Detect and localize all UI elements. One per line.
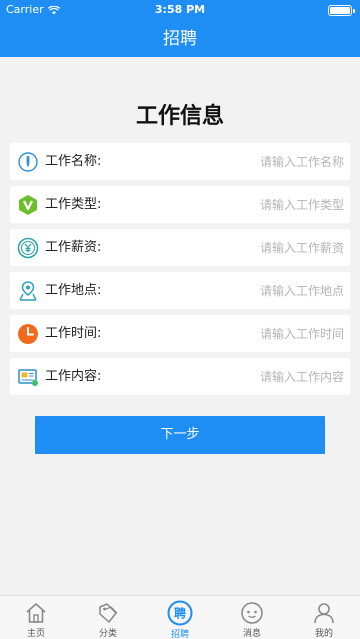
salary-icon: [17, 237, 39, 259]
tab-home[interactable]: 主页: [0, 596, 72, 639]
location-input[interactable]: [164, 278, 344, 303]
salary-row[interactable]: 工作薪资:: [10, 229, 350, 266]
status-time: 3:58 PM: [154, 3, 206, 16]
tab-profile-label: 我的: [314, 629, 333, 639]
tab-category-label: 分类: [98, 629, 117, 639]
job-name-label: 工作名称:: [45, 154, 102, 169]
location-label: 工作地点:: [45, 283, 102, 298]
next-step-button[interactable]: 下一步: [35, 416, 325, 454]
content-row[interactable]: 工作内容:: [10, 358, 350, 395]
job-type-input[interactable]: [164, 192, 344, 217]
job-type-row[interactable]: 工作类型:: [10, 186, 350, 223]
recruit-icon-glyph: 聘: [174, 606, 186, 621]
job-type-label: 工作类型:: [45, 197, 102, 212]
content-icon: [17, 366, 39, 388]
content-input[interactable]: [164, 364, 344, 389]
profile-icon: [311, 600, 337, 625]
clock-icon: [17, 323, 39, 345]
time-input[interactable]: [164, 321, 344, 346]
category-icon: [95, 600, 121, 625]
home-icon: [23, 600, 49, 625]
page-title: 招聘: [163, 29, 197, 49]
tab-profile[interactable]: 我的: [288, 596, 360, 639]
battery-icon: [328, 5, 355, 16]
salary-label: 工作薪资:: [45, 240, 102, 255]
content-label: 工作内容:: [45, 369, 102, 384]
tab-bar: 主页 分类 聘 招聘 消息 我的: [0, 595, 360, 639]
recruit-icon: 聘: [167, 600, 193, 626]
section-heading: 工作信息: [135, 104, 224, 129]
message-icon: [239, 600, 265, 625]
status-bar: Carrier 3:58 PM: [0, 0, 360, 20]
time-row[interactable]: 工作时间:: [10, 315, 350, 352]
tab-recruit[interactable]: 聘 招聘: [144, 596, 216, 639]
tab-home-label: 主页: [26, 629, 45, 639]
location-row[interactable]: 工作地点:: [10, 272, 350, 309]
job-name-input[interactable]: [164, 149, 344, 174]
job-name-row[interactable]: 工作名称:: [10, 143, 350, 180]
tab-message[interactable]: 消息: [216, 596, 288, 639]
location-icon: [17, 280, 39, 302]
header-bar: Carrier 3:58 PM 招聘: [0, 0, 360, 57]
tab-recruit-label: 招聘: [170, 630, 189, 639]
job-name-icon: [17, 151, 39, 173]
job-type-icon: [17, 194, 39, 216]
salary-input[interactable]: [164, 235, 344, 260]
tab-message-label: 消息: [242, 629, 261, 639]
time-label: 工作时间:: [45, 326, 102, 341]
tab-category[interactable]: 分类: [72, 596, 144, 639]
